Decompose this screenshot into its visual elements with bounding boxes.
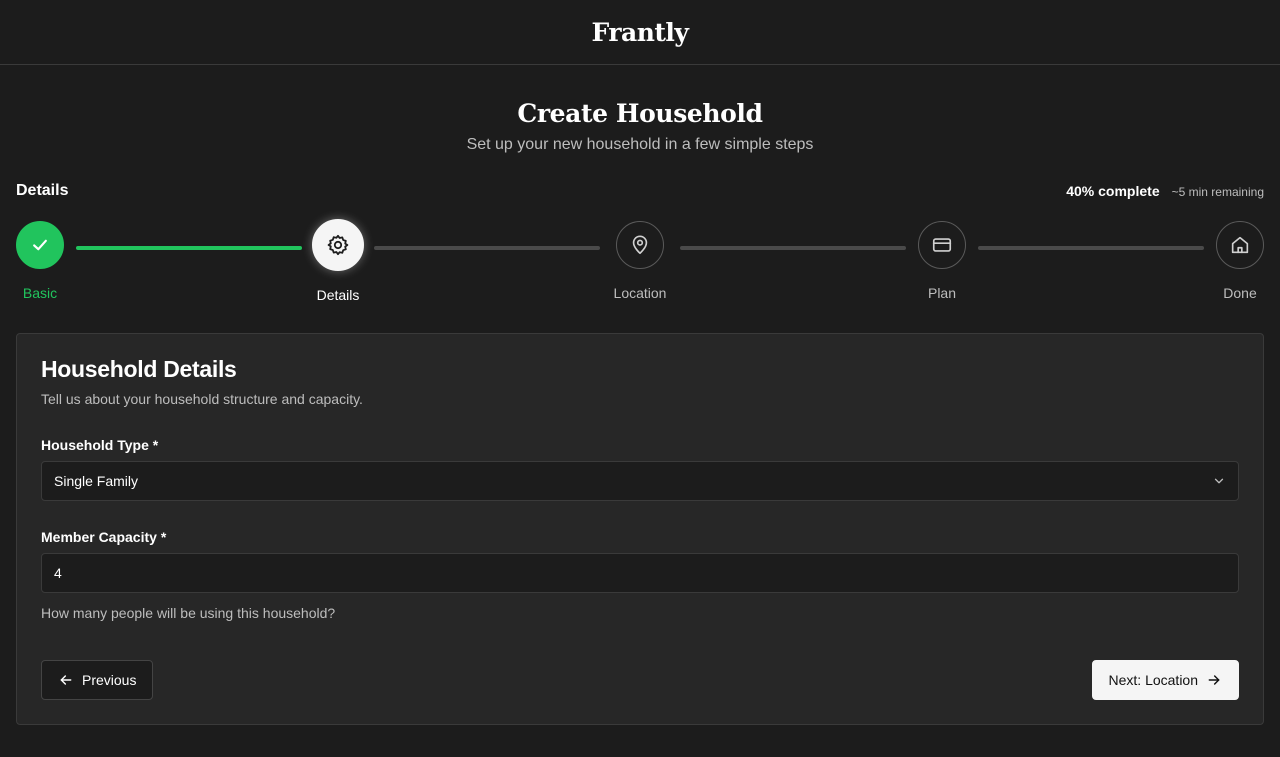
step-connector (680, 246, 906, 250)
previous-button[interactable]: Previous (41, 660, 154, 700)
step-circle (312, 219, 364, 271)
member-capacity-hint: How many people will be using this house… (41, 605, 336, 621)
gear-icon (326, 233, 350, 257)
chevron-down-icon (1212, 474, 1226, 488)
previous-button-label: Previous (82, 672, 137, 688)
brand-logo[interactable]: Frantly (592, 18, 689, 47)
map-pin-icon (629, 234, 651, 256)
step-label: Details (316, 287, 360, 303)
progress-header: Details 40% complete ~5 min remaining (16, 182, 1264, 200)
arrow-left-icon (58, 672, 74, 688)
step-label: Plan (927, 285, 957, 301)
card-description: Tell us about your household structure a… (41, 391, 363, 407)
home-icon (1229, 234, 1251, 256)
step-done[interactable]: Done (1190, 219, 1280, 301)
member-capacity-value: 4 (54, 565, 62, 581)
household-type-label: Household Type * (41, 437, 159, 453)
step-circle (1216, 221, 1264, 269)
page-title: Create Household (517, 99, 763, 128)
top-bar: Frantly (0, 0, 1280, 65)
next-button-label: Next: Location (1108, 672, 1199, 688)
member-capacity-field: Member Capacity * 4 How many people will… (41, 529, 1239, 621)
current-step-name: Details (16, 182, 69, 199)
arrow-right-icon (1206, 672, 1222, 688)
stepper: Basic Details Location Plan Done (0, 219, 1280, 309)
credit-card-icon (931, 234, 953, 256)
step-label: Location (613, 285, 667, 301)
household-type-value: Single Family (54, 473, 139, 489)
step-connector (978, 246, 1204, 250)
member-capacity-label: Member Capacity * (41, 529, 167, 545)
step-circle (918, 221, 966, 269)
step-label: Done (1223, 285, 1257, 301)
step-connector (76, 246, 302, 250)
step-location[interactable]: Location (590, 219, 690, 301)
step-plan[interactable]: Plan (892, 219, 992, 301)
next-button[interactable]: Next: Location (1091, 660, 1239, 700)
step-circle (616, 221, 664, 269)
progress-meta: 40% complete ~5 min remaining (1066, 183, 1264, 199)
step-connector (374, 246, 600, 250)
page-header: Create Household Set up your new househo… (0, 65, 1280, 154)
step-basic[interactable]: Basic (0, 219, 90, 301)
step-details[interactable]: Details (288, 219, 388, 303)
check-icon (30, 235, 50, 255)
page-subtitle: Set up your new household in a few simpl… (466, 136, 814, 153)
household-type-field: Household Type * Single Family (41, 437, 1239, 501)
step-label: Basic (22, 285, 58, 301)
time-remaining: ~5 min remaining (1171, 185, 1264, 199)
card-title: Household Details (41, 356, 237, 382)
household-type-select[interactable]: Single Family (41, 461, 1239, 501)
household-details-card: Household Details Tell us about your hou… (16, 333, 1264, 725)
step-circle (16, 221, 64, 269)
member-capacity-input[interactable]: 4 (41, 553, 1239, 593)
progress-percent: 40% complete (1066, 183, 1160, 199)
